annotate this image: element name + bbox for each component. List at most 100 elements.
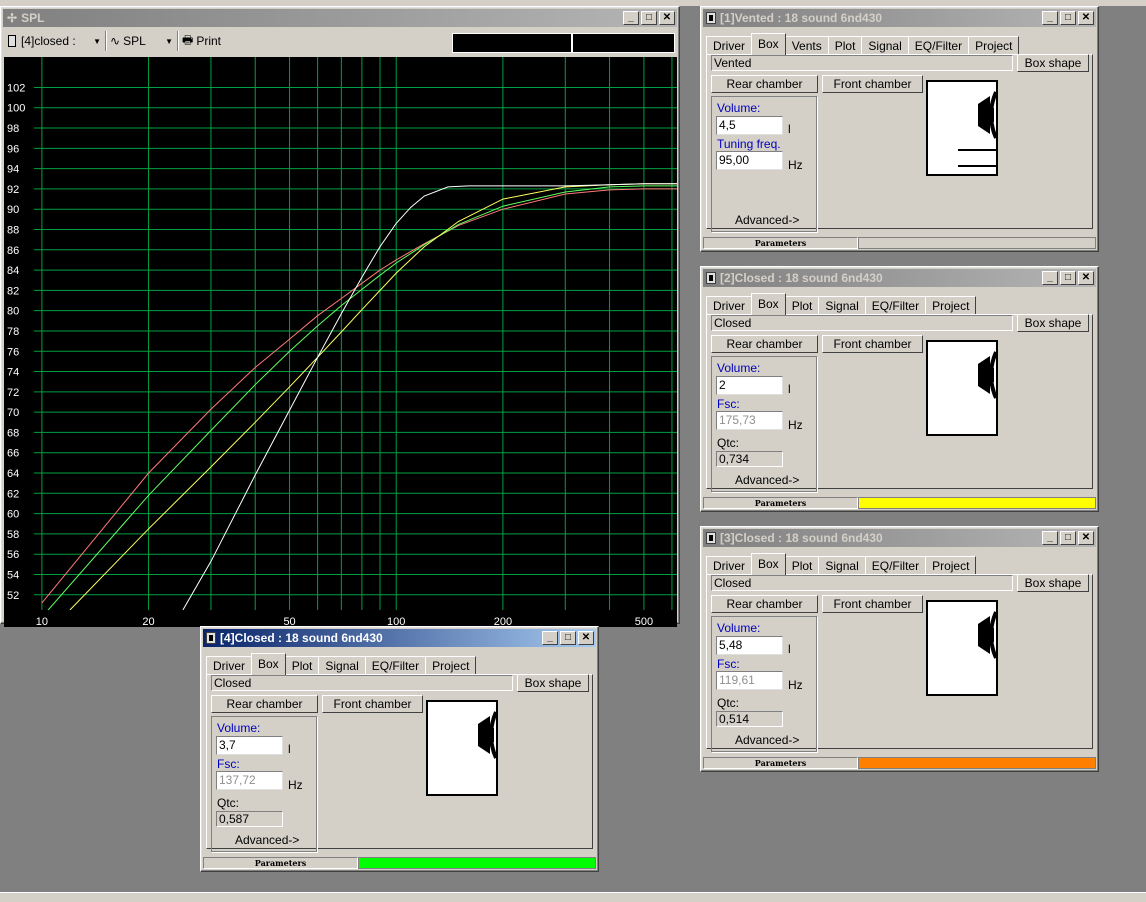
rear-chamber-button[interactable]: Rear chamber <box>711 595 818 613</box>
tab-plot[interactable]: Plot <box>827 36 863 55</box>
maximize-button[interactable]: □ <box>641 11 657 25</box>
titlebar[interactable]: [4]Closed : 18 sound 6nd430 _ □ ✕ <box>203 629 596 647</box>
box-window: [4]Closed : 18 sound 6nd430 _ □ ✕ Driver… <box>200 626 599 872</box>
window-title: [2]Closed : 18 sound 6nd430 <box>720 271 883 285</box>
tab-eqfilter[interactable]: EQ/Filter <box>364 656 427 675</box>
tab-eqfilter[interactable]: EQ/Filter <box>864 556 927 575</box>
x-tick-label: 500 <box>635 616 653 627</box>
series-color-bar <box>858 497 1096 509</box>
maximize-button[interactable]: □ <box>1060 531 1076 545</box>
advanced-link[interactable]: Advanced-> <box>735 733 799 747</box>
titlebar[interactable]: [2]Closed : 18 sound 6nd430 _ □ ✕ <box>703 269 1096 287</box>
tab-box[interactable]: Box <box>751 33 786 55</box>
volume-input[interactable]: 4,5 <box>716 116 783 135</box>
minimize-button[interactable]: _ <box>623 11 639 25</box>
spl-curve-3 <box>69 183 677 610</box>
minimize-button[interactable]: _ <box>1042 271 1058 285</box>
spl-plot[interactable]: 52 54 56 58 60 62 64 66 68 70 72 74 76 78 80 82 84 86 88 90… <box>4 57 677 627</box>
front-chamber-button[interactable]: Front chamber <box>322 695 423 713</box>
box-selector[interactable]: [4]closed : ▼ <box>4 31 106 51</box>
titlebar[interactable]: [3]Closed : 18 sound 6nd430 _ □ ✕ <box>703 529 1096 547</box>
close-button[interactable]: ✕ <box>1078 531 1094 545</box>
maximize-button[interactable]: □ <box>1060 11 1076 25</box>
tab-strip: Driver Box Plot Signal EQ/Filter Project <box>706 553 977 575</box>
frequency-input[interactable]: 119,61 <box>716 671 783 690</box>
minimize-button[interactable]: _ <box>542 631 558 645</box>
y-tick-label: 78 <box>7 326 19 338</box>
y-tick-label: 96 <box>7 143 19 155</box>
box-shape-button[interactable]: Box shape <box>1017 54 1089 72</box>
volume-label: Volume: <box>717 361 761 375</box>
rear-chamber-button[interactable]: Rear chamber <box>711 335 818 353</box>
close-button[interactable]: ✕ <box>578 631 594 645</box>
box-preview <box>926 80 998 176</box>
box-shape-button[interactable]: Box shape <box>1017 574 1089 592</box>
tab-vents[interactable]: Vents <box>784 36 829 55</box>
qtc-value: 0,587 <box>216 811 283 827</box>
maximize-button[interactable]: □ <box>560 631 576 645</box>
plot-selector[interactable]: ∿ SPL ▼ <box>106 31 178 51</box>
status-bar: Parameters <box>203 857 596 869</box>
y-tick-label: 76 <box>7 346 19 358</box>
volume-unit: l <box>788 642 791 656</box>
window-title: SPL <box>21 11 45 25</box>
tab-eqfilter[interactable]: EQ/Filter <box>864 296 927 315</box>
advanced-link[interactable]: Advanced-> <box>735 473 799 487</box>
close-button[interactable]: ✕ <box>659 11 675 25</box>
spl-window: ✢ SPL _ □ ✕ [4]closed : ▼ ∿ SPL ▼ 🖶 Prin… <box>0 6 680 627</box>
box-shape-button[interactable]: Box shape <box>517 674 589 692</box>
rear-chamber-button[interactable]: Rear chamber <box>211 695 318 713</box>
frequency-input[interactable]: 175,73 <box>716 411 783 430</box>
tab-signal[interactable]: Signal <box>818 556 866 575</box>
frequency-unit: Hz <box>788 418 803 432</box>
tab-box[interactable]: Box <box>751 293 786 315</box>
parameters-label: Parameters <box>203 857 358 869</box>
tab-box[interactable]: Box <box>751 553 786 575</box>
tab-box[interactable]: Box <box>251 653 286 675</box>
maximize-button[interactable]: □ <box>1060 271 1076 285</box>
series-color-bar <box>358 857 596 869</box>
y-tick-label: 66 <box>7 448 19 460</box>
front-chamber-button[interactable]: Front chamber <box>822 75 923 93</box>
tab-project[interactable]: Project <box>425 656 477 675</box>
frequency-input[interactable]: 95,00 <box>716 151 783 170</box>
tab-driver[interactable]: Driver <box>706 296 752 315</box>
tab-signal[interactable]: Signal <box>818 296 866 315</box>
titlebar[interactable]: [1]Vented : 18 sound 6nd430 _ □ ✕ <box>703 9 1096 27</box>
tab-signal[interactable]: Signal <box>318 656 366 675</box>
spl-titlebar[interactable]: ✢ SPL _ □ ✕ <box>3 9 677 27</box>
advanced-link[interactable]: Advanced-> <box>735 213 799 227</box>
print-label: Print <box>196 34 222 48</box>
tab-project[interactable]: Project <box>925 296 977 315</box>
tab-project[interactable]: Project <box>925 556 977 575</box>
tab-driver[interactable]: Driver <box>206 656 252 675</box>
tab-driver[interactable]: Driver <box>706 36 752 55</box>
print-button[interactable]: 🖶 Print <box>178 31 225 51</box>
box-shape-button[interactable]: Box shape <box>1017 314 1089 332</box>
parameters-label: Parameters <box>703 497 858 509</box>
y-tick-label: 102 <box>7 82 25 94</box>
rear-chamber-button[interactable]: Rear chamber <box>711 75 818 93</box>
frequency-input[interactable]: 137,72 <box>216 771 283 790</box>
tab-driver[interactable]: Driver <box>706 556 752 575</box>
volume-input[interactable]: 5,48 <box>716 636 783 655</box>
volume-input[interactable]: 3,7 <box>216 736 283 755</box>
close-button[interactable]: ✕ <box>1078 11 1094 25</box>
tab-signal[interactable]: Signal <box>861 36 909 55</box>
close-button[interactable]: ✕ <box>1078 271 1094 285</box>
advanced-link[interactable]: Advanced-> <box>235 833 299 847</box>
front-chamber-button[interactable]: Front chamber <box>822 595 923 613</box>
status-bar: Parameters <box>703 237 1096 249</box>
volume-input[interactable]: 2 <box>716 376 783 395</box>
y-tick-label: 92 <box>7 184 19 196</box>
minimize-button[interactable]: _ <box>1042 531 1058 545</box>
tab-eqfilter[interactable]: EQ/Filter <box>907 36 970 55</box>
tab-project[interactable]: Project <box>968 36 1020 55</box>
tab-plot[interactable]: Plot <box>784 296 820 315</box>
front-chamber-button[interactable]: Front chamber <box>822 335 923 353</box>
box-preview <box>926 600 998 696</box>
tab-plot[interactable]: Plot <box>784 556 820 575</box>
minimize-button[interactable]: _ <box>1042 11 1058 25</box>
tab-plot[interactable]: Plot <box>284 656 320 675</box>
box-window: [2]Closed : 18 sound 6nd430 _ □ ✕ Driver… <box>700 266 1099 512</box>
